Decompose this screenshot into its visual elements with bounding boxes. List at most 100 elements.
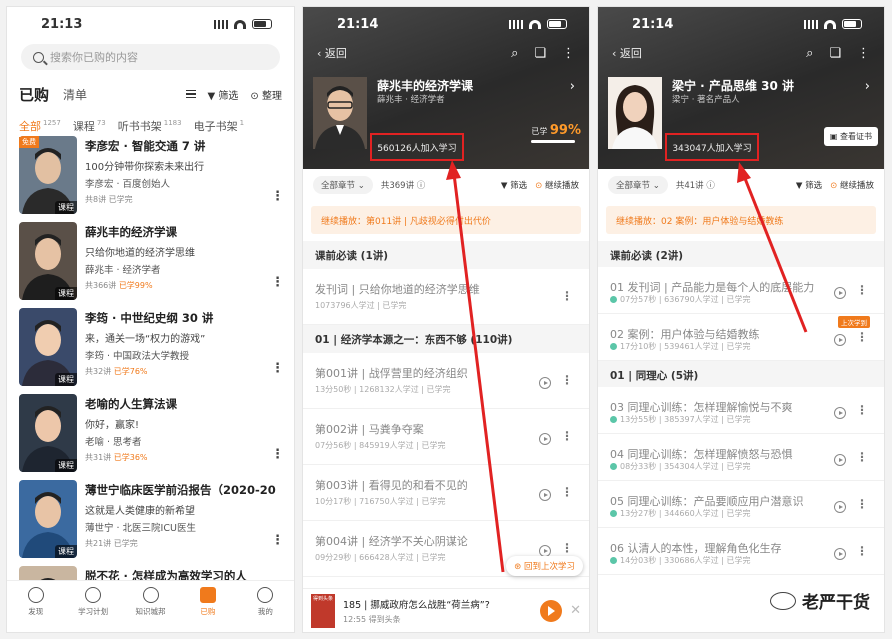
lesson-meta: 14分03秒 | 330686人学过 | 已学完 (610, 555, 750, 566)
resume-banner[interactable]: 继续播放：02 案例：用户体验与结婚教练 (606, 206, 876, 234)
chevron-right-icon[interactable]: › (865, 79, 870, 94)
author-photo (608, 77, 662, 149)
continue-play-button[interactable]: ⊙ 继续播放 (830, 179, 874, 191)
back-to-last-button[interactable]: ⊛ 回到上次学习 (506, 556, 583, 576)
lesson-row[interactable]: 06 认清人的本性，理解角色化生存 14分03秒 | 330686人学过 | 已学… (598, 528, 884, 575)
list-item[interactable]: 免费 课程 李彦宏 · 智能交通 7 讲 100分钟带你探索未来出行 李彦宏 · 百度创… (19, 136, 294, 214)
calendar-icon (85, 587, 102, 603)
mini-player[interactable]: 得到头条 185 | 挪威政府怎么战胜“荷兰病”? 12:55 得到头条 ✕ (303, 588, 589, 632)
more-icon[interactable]: ⋮ (561, 429, 573, 443)
wifi-icon (824, 19, 836, 29)
lesson-row[interactable]: 05 同理心训练：产品要顺应用户潜意识 13分27秒 | 344660人学过 | … (598, 481, 884, 528)
compass-icon (27, 587, 44, 603)
lesson-row[interactable]: 01 发刊词 | 产品能力是每个人的底层能力 07分57秒 | 636790人学过… (598, 267, 884, 314)
category-tab-3[interactable]: 电子书架 1 (194, 118, 244, 134)
nav-item-4[interactable]: 我的 (237, 581, 294, 632)
search-icon[interactable]: ⌕ (806, 46, 813, 61)
more-icon[interactable]: ⋮ (561, 485, 573, 499)
more-icon[interactable]: ⋮ (856, 450, 868, 464)
resume-banner[interactable]: 继续播放：第011讲 | 凡歧视必得付出代价 (311, 206, 581, 234)
play-icon[interactable] (834, 501, 846, 513)
more-icon[interactable]: ⋮ (856, 403, 868, 417)
play-icon[interactable] (834, 407, 846, 419)
more-icon[interactable]: ⋮ (271, 362, 284, 375)
status-time: 21:13 (41, 16, 83, 32)
lesson-meta: 07分57秒 | 636790人学过 | 已学完 (610, 294, 750, 305)
more-icon[interactable]: ⋮ (856, 544, 868, 558)
lesson-row[interactable]: 04 同理心训练：怎样理解愤怒与恐惧 08分33秒 | 354304人学过 | 已… (598, 434, 884, 481)
course-author: 薛兆丰 · 经济学者 (377, 95, 445, 105)
back-button[interactable]: ‹ 返回 (612, 45, 642, 61)
lesson-row[interactable]: 02 案例：用户体验与结婚教练 17分10秒 | 539461人学过 | 已学完 上… (598, 314, 884, 361)
organize-button[interactable]: ⊙ 整理 (250, 87, 282, 102)
more-icon[interactable]: ⋮ (856, 330, 868, 344)
back-label: 返回 (619, 47, 642, 60)
section-header: 课前必读 (2讲) (598, 241, 884, 269)
list-item[interactable]: 课程 老喻的人生算法课 你好，赢家! 老喻 · 思考者 共31讲 已学36% ⋮ (19, 394, 294, 472)
lesson-row[interactable]: 03 同理心训练：怎样理解愉悦与不爽 13分55秒 | 385397人学过 | 已… (598, 387, 884, 434)
lesson-count: 共8讲 (85, 195, 109, 204)
lesson-row[interactable]: 第001讲 | 战俘营里的经济组织 13分50秒 | 1268132人学过 | 已… (303, 353, 589, 409)
chevron-right-icon[interactable]: › (570, 79, 575, 94)
more-icon[interactable]: ⋮ (857, 46, 870, 61)
category-tab-2[interactable]: 听书书架 1183 (118, 118, 182, 134)
course-info: 李筠 · 中世纪史纲 30 讲来，通关一场“权力的游戏” 李筠 · 中国政法大学教… (85, 310, 276, 377)
list-item[interactable]: 课程 李筠 · 中世纪史纲 30 讲来，通关一场“权力的游戏” 李筠 · 中国政法大… (19, 308, 294, 386)
tab-list[interactable]: 清单 (63, 86, 87, 103)
course-cover: 课程 (19, 222, 77, 300)
filter-button[interactable]: ▼ 筛选 (796, 179, 822, 191)
nav-item-3[interactable]: 已购 (179, 581, 236, 632)
chapter-select-label: 全部章节 (321, 181, 356, 191)
list-view-icon[interactable] (185, 90, 196, 98)
play-icon[interactable] (539, 377, 551, 389)
certificate-icon: ▣ (829, 132, 838, 141)
nav-label: 我的 (257, 607, 273, 616)
chapter-select[interactable]: 全部章节 ⌄ (608, 176, 668, 194)
back-button[interactable]: ‹ 返回 (317, 45, 347, 61)
nav-item-0[interactable]: 发现 (7, 581, 64, 632)
more-icon[interactable]: ⋮ (562, 46, 575, 61)
view-certificate-button[interactable]: ▣ 查看证书 (823, 127, 878, 146)
list-item[interactable]: 课程 薛兆丰的经济学课 只给你地道的经济学思维 薛兆丰 · 经济学者 共366讲 已学9… (19, 222, 294, 300)
play-icon[interactable] (834, 454, 846, 466)
more-icon[interactable]: ⋮ (856, 283, 868, 297)
course-author: 李彦宏 · 百度创始人 (85, 179, 171, 190)
section-header: 课前必读 (1讲) (303, 241, 589, 269)
lesson-title: 03 同理心训练：怎样理解愉悦与不爽 (610, 401, 793, 414)
gift-icon[interactable]: ❏ (534, 46, 546, 61)
category-count: 1183 (163, 119, 182, 128)
play-icon[interactable] (539, 433, 551, 445)
nav-item-2[interactable]: 知识城邦 (122, 581, 179, 632)
more-icon[interactable]: ⋮ (271, 276, 284, 289)
more-icon[interactable]: ⋮ (561, 373, 573, 387)
chapter-select[interactable]: 全部章节 ⌄ (313, 176, 373, 194)
list-item[interactable]: 课程 薄世宁临床医学前沿报告（2020-2021） 这就是人类健康的新希望薄世宁 ·… (19, 480, 294, 558)
lesson-row[interactable]: 第003讲 | 看得见的和看不见的 10分17秒 | 716750人学过 | 已学… (303, 465, 589, 521)
gift-icon[interactable]: ❏ (829, 46, 841, 61)
course-subtitle: 只给你地道的经济学思维 (85, 248, 195, 259)
more-icon[interactable]: ⋮ (271, 190, 284, 203)
more-icon[interactable]: ⋮ (561, 289, 573, 303)
play-icon[interactable] (834, 548, 846, 560)
more-icon[interactable]: ⋮ (271, 448, 284, 461)
filter-label: 筛选 (510, 181, 528, 191)
play-icon[interactable] (540, 599, 563, 622)
close-icon[interactable]: ✕ (570, 603, 581, 618)
nav-item-1[interactable]: 学习计划 (64, 581, 121, 632)
filter-button[interactable]: ▼ 筛选 (501, 179, 527, 191)
more-icon[interactable]: ⋮ (271, 534, 284, 547)
lesson-row[interactable]: 发刊词 | 只给你地道的经济学思维 1073796人学过 | 已学完 ⋮ (303, 269, 589, 325)
more-icon[interactable]: ⋮ (856, 497, 868, 511)
lesson-row[interactable]: 第002讲 | 马粪争夺案 07分56秒 | 845919人学过 | 已学完 ⋮ (303, 409, 589, 465)
category-tab-1[interactable]: 课程 73 (73, 118, 106, 134)
filter-button[interactable]: ▼ 筛选 (208, 87, 239, 102)
play-icon[interactable] (834, 287, 846, 299)
wifi-icon (234, 19, 246, 29)
search-input[interactable]: 搜索你已购的内容 (21, 44, 280, 70)
search-icon[interactable]: ⌕ (511, 46, 518, 61)
play-icon[interactable] (539, 489, 551, 501)
tab-bought[interactable]: 已购 (19, 84, 49, 105)
play-icon[interactable] (834, 334, 846, 346)
continue-play-button[interactable]: ⊙ 继续播放 (535, 179, 579, 191)
more-icon[interactable]: ⋮ (561, 541, 573, 555)
